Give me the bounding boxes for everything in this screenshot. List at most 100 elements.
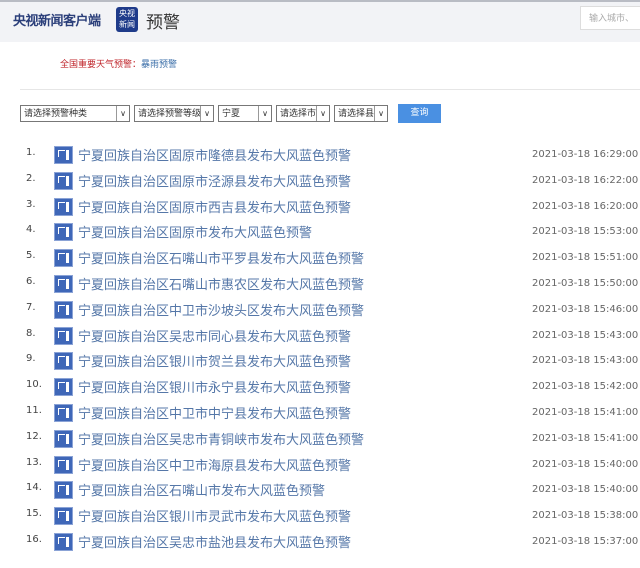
item-number: 15.: [26, 508, 42, 520]
warning-title-link[interactable]: 宁夏回族自治区银川市永宁县发布大风蓝色预警: [78, 377, 351, 396]
wind-warning-icon: [54, 507, 73, 526]
badge-line1: 央视: [119, 9, 135, 18]
national-warning-notice: 全国重要天气预警：暴雨预警: [60, 57, 177, 70]
warning-time: 2021-03-18 15:38:00: [532, 510, 639, 522]
list-item: 9. 宁夏回族自治区银川市贺兰县发布大风蓝色预警 2021-03-18 15:43:…: [0, 349, 640, 375]
chevron-down-icon: ∨: [116, 106, 129, 121]
app-logo[interactable]: 央视新闻客户端: [13, 10, 101, 29]
wind-warning-icon: [54, 429, 73, 448]
wind-warning-icon: [54, 532, 73, 551]
warning-time: 2021-03-18 15:37:00: [532, 535, 639, 547]
wind-warning-icon: [54, 300, 73, 319]
list-item: 6. 宁夏回族自治区石嘴山市惠农区发布大风蓝色预警 2021-03-18 15:50…: [0, 272, 640, 298]
province-value: 宁夏: [222, 109, 241, 119]
wind-warning-icon: [54, 274, 73, 293]
item-number: 2.: [26, 172, 36, 184]
warning-time: 2021-03-18 15:40:00: [532, 458, 639, 470]
list-item: 12. 宁夏回族自治区吴忠市青铜峡市发布大风蓝色预警 2021-03-18 15:4…: [0, 427, 640, 453]
warning-time: 2021-03-18 15:41:00: [532, 406, 639, 418]
county-select[interactable]: 请选择县 ∨: [334, 105, 388, 122]
wind-warning-icon: [54, 171, 73, 190]
item-number: 9.: [26, 353, 36, 365]
divider: [20, 89, 640, 90]
warning-time: 2021-03-18 16:29:00: [532, 149, 639, 160]
wind-warning-icon: [54, 481, 73, 500]
wind-warning-icon: [54, 197, 73, 216]
warning-title-link[interactable]: 宁夏回族自治区中卫市沙坡头区发布大风蓝色预警: [78, 300, 364, 319]
list-item: 5. 宁夏回族自治区石嘴山市平罗县发布大风蓝色预警 2021-03-18 15:51…: [0, 246, 640, 272]
city-search-input[interactable]: 输入城市、: [580, 6, 640, 30]
warning-title-link[interactable]: 宁夏回族自治区吴忠市盐池县发布大风蓝色预警: [78, 532, 351, 551]
warning-level-select[interactable]: 请选择预警等级 ∨: [134, 105, 214, 122]
badge-line2: 新闻: [119, 20, 135, 29]
warning-title-link[interactable]: 宁夏回族自治区吴忠市同心县发布大风蓝色预警: [78, 326, 351, 345]
wind-warning-icon: [54, 403, 73, 422]
chevron-down-icon: ∨: [258, 106, 271, 121]
warning-level-value: 请选择预警等级: [138, 109, 202, 119]
warning-title-link[interactable]: 宁夏回族自治区固原市发布大风蓝色预警: [78, 222, 312, 241]
warning-title-link[interactable]: 宁夏回族自治区石嘴山市平罗县发布大风蓝色预警: [78, 248, 364, 267]
wind-warning-icon: [54, 249, 73, 268]
warning-title-link[interactable]: 宁夏回族自治区石嘴山市惠农区发布大风蓝色预警: [78, 274, 364, 293]
cctv-news-badge-icon: 央视 新闻: [116, 7, 138, 32]
wind-warning-icon: [54, 378, 73, 397]
list-item: 14. 宁夏回族自治区石嘴山市发布大风蓝色预警 2021-03-18 15:40:0…: [0, 478, 640, 504]
warning-time: 2021-03-18 15:53:00: [532, 226, 639, 238]
county-value: 请选择县: [338, 109, 375, 119]
item-number: 13.: [26, 456, 42, 468]
item-number: 8.: [26, 327, 36, 339]
warning-title-link[interactable]: 宁夏回族自治区中卫市中宁县发布大风蓝色预警: [78, 403, 351, 422]
warning-title-link[interactable]: 宁夏回族自治区固原市西吉县发布大风蓝色预警: [78, 197, 351, 216]
rainstorm-warning-link[interactable]: 暴雨预警: [141, 60, 177, 70]
item-number: 4.: [26, 224, 36, 236]
page-title: 预警: [146, 13, 180, 33]
item-number: 12.: [26, 430, 42, 442]
header: 央视新闻客户端 央视新闻 预警 输入城市、: [0, 0, 640, 42]
wind-warning-icon: [54, 326, 73, 345]
warning-time: 2021-03-18 15:41:00: [532, 432, 639, 444]
item-number: 1.: [26, 147, 36, 158]
wind-warning-icon: [54, 146, 73, 164]
warning-time: 2021-03-18 15:51:00: [532, 252, 639, 264]
warning-type-select[interactable]: 请选择预警种类 ∨: [20, 105, 130, 122]
city-select[interactable]: 请选择市 ∨: [276, 105, 330, 122]
notice-label: 全国重要天气预警：: [60, 60, 142, 70]
chevron-down-icon: ∨: [374, 106, 387, 121]
warning-title-link[interactable]: 宁夏回族自治区银川市灵武市发布大风蓝色预警: [78, 506, 351, 525]
warning-time: 2021-03-18 15:43:00: [532, 329, 639, 341]
item-number: 16.: [26, 533, 42, 545]
province-select[interactable]: 宁夏 ∨: [218, 105, 272, 122]
list-item: 10. 宁夏回族自治区银川市永宁县发布大风蓝色预警 2021-03-18 15:42…: [0, 375, 640, 401]
list-item: 13. 宁夏回族自治区中卫市海原县发布大风蓝色预警 2021-03-18 15:40…: [0, 453, 640, 479]
list-item: 2. 宁夏回族自治区固原市泾源县发布大风蓝色预警 2021-03-18 16:22:…: [0, 169, 640, 195]
wind-warning-icon: [54, 223, 73, 242]
item-number: 10.: [26, 379, 42, 391]
warning-title-link[interactable]: 宁夏回族自治区固原市隆德县发布大风蓝色预警: [78, 145, 351, 164]
warning-time: 2021-03-18 16:20:00: [532, 200, 639, 212]
chevron-down-icon: ∨: [200, 106, 213, 121]
list-item: 11. 宁夏回族自治区中卫市中宁县发布大风蓝色预警 2021-03-18 15:41…: [0, 401, 640, 427]
list-item: 4. 宁夏回族自治区固原市发布大风蓝色预警 2021-03-18 15:53:00: [0, 220, 640, 246]
filter-bar: 请选择预警种类 ∨ 请选择预警等级 ∨ 宁夏 ∨ 请选择市 ∨ 请选择县 ∨ 查询: [20, 104, 441, 123]
warning-title-link[interactable]: 宁夏回族自治区固原市泾源县发布大风蓝色预警: [78, 171, 351, 190]
warning-time: 2021-03-18 16:22:00: [532, 174, 639, 186]
list-item: 15. 宁夏回族自治区银川市灵武市发布大风蓝色预警 2021-03-18 15:38…: [0, 504, 640, 530]
list-item: 8. 宁夏回族自治区吴忠市同心县发布大风蓝色预警 2021-03-18 15:43:…: [0, 324, 640, 350]
warning-title-link[interactable]: 宁夏回族自治区石嘴山市发布大风蓝色预警: [78, 480, 325, 499]
warning-title-link[interactable]: 宁夏回族自治区银川市贺兰县发布大风蓝色预警: [78, 351, 351, 370]
warning-time: 2021-03-18 15:42:00: [532, 381, 639, 393]
query-button[interactable]: 查询: [398, 104, 441, 123]
warning-title-link[interactable]: 宁夏回族自治区吴忠市青铜峡市发布大风蓝色预警: [78, 429, 364, 448]
wind-warning-icon: [54, 455, 73, 474]
warning-title-link[interactable]: 宁夏回族自治区中卫市海原县发布大风蓝色预警: [78, 455, 351, 474]
list-item: 3. 宁夏回族自治区固原市西吉县发布大风蓝色预警 2021-03-18 16:20:…: [0, 195, 640, 221]
item-number: 6.: [26, 275, 36, 287]
warning-time: 2021-03-18 15:50:00: [532, 277, 639, 289]
item-number: 11.: [26, 404, 42, 416]
warning-time: 2021-03-18 15:43:00: [532, 355, 639, 367]
list-item: 16. 宁夏回族自治区吴忠市盐池县发布大风蓝色预警 2021-03-18 15:37…: [0, 530, 640, 556]
item-number: 5.: [26, 250, 36, 262]
warning-time: 2021-03-18 15:40:00: [532, 484, 639, 496]
list-item: 1. 宁夏回族自治区固原市隆德县发布大风蓝色预警 2021-03-18 16:29:…: [0, 143, 640, 169]
city-value: 请选择市: [280, 109, 317, 119]
